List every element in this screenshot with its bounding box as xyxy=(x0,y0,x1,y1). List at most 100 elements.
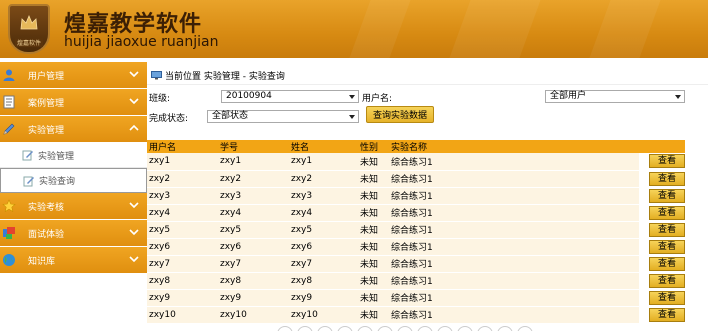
app-header: 煌嘉软件 煌嘉教学软件 huijia jiaoxue ruanjian xyxy=(0,0,708,58)
table-row: zxy4 zxy4 zxy4 未知 综合练习1 查看 xyxy=(147,204,685,222)
table-cell: 综合练习1 xyxy=(389,306,639,324)
query-button[interactable]: 查询实验数据 xyxy=(366,106,434,123)
status-select[interactable]: 全部状态 xyxy=(207,110,359,123)
table-cell: zxy4 xyxy=(218,204,289,222)
view-button[interactable]: 查看 xyxy=(649,256,685,271)
edit-icon xyxy=(22,150,33,161)
table-cell: zxy5 xyxy=(147,221,218,239)
view-button[interactable]: 查看 xyxy=(649,273,685,288)
sidebar-item-label: 案例管理 xyxy=(28,98,65,109)
username-label: 用户名: xyxy=(362,94,393,104)
table-cell: 未知 xyxy=(358,306,389,324)
sidebar-item-case-management[interactable]: 案例管理 xyxy=(0,89,147,115)
table-cell: 综合练习1 xyxy=(389,153,639,171)
class-select[interactable]: 20100904 xyxy=(221,90,359,103)
page-dot[interactable] xyxy=(297,326,313,331)
table-cell: zxy9 xyxy=(289,289,358,307)
table-cell-action: 查看 xyxy=(639,170,685,188)
sidebar-item-experiment-management[interactable]: 实验管理 xyxy=(0,116,147,142)
table-cell: 综合练习1 xyxy=(389,238,639,256)
table-cell: 综合练习1 xyxy=(389,221,639,239)
page-dot[interactable] xyxy=(497,326,513,331)
table-cell-action: 查看 xyxy=(639,221,685,239)
sidebar-item-label: 面试体验 xyxy=(28,229,65,240)
table-row: zxy1 zxy1 zxy1 未知 综合练习1 查看 xyxy=(147,153,685,171)
table-cell: 综合练习1 xyxy=(389,170,639,188)
page-dot[interactable] xyxy=(437,326,453,331)
table-cell: zxy5 xyxy=(289,221,358,239)
table-cell: 综合练习1 xyxy=(389,289,639,307)
page-dot[interactable] xyxy=(457,326,473,331)
page-dot[interactable] xyxy=(377,326,393,331)
chevron-down-icon xyxy=(129,229,139,236)
table-row: zxy2 zxy2 zxy2 未知 综合练习1 查看 xyxy=(147,170,685,188)
page-dot[interactable] xyxy=(317,326,333,331)
table-cell: zxy6 xyxy=(218,238,289,256)
breadcrumb-text: 当前位置 实验管理 - 实验查询 xyxy=(165,72,285,82)
table-cell: zxy4 xyxy=(147,204,218,222)
sidebar-item-experiment-assessment[interactable]: 实验考核 xyxy=(0,193,147,219)
class-label: 班级: xyxy=(149,94,171,104)
dropdown-arrow-icon xyxy=(349,115,355,119)
edit-icon xyxy=(23,176,34,186)
sidebar-subitem-experiment-query[interactable]: 实验查询 xyxy=(0,168,147,193)
view-button[interactable]: 查看 xyxy=(649,239,685,254)
sidebar-item-label: 知识库 xyxy=(28,256,56,267)
sidebar-item-label: 实验管理 xyxy=(28,125,65,136)
table-cell-action: 查看 xyxy=(639,204,685,222)
divider xyxy=(147,84,708,85)
globe-icon xyxy=(2,253,16,267)
table-cell: zxy7 xyxy=(289,255,358,273)
interview-icon xyxy=(2,226,16,240)
table-cell: 未知 xyxy=(358,204,389,222)
table-cell: 未知 xyxy=(358,272,389,290)
column-header-action xyxy=(639,140,685,153)
table-cell: zxy2 xyxy=(218,170,289,188)
sidebar-item-knowledge-base[interactable]: 知识库 xyxy=(0,247,147,273)
sidebar-item-user-management[interactable]: 用户管理 xyxy=(0,62,147,88)
experiment-table: 用户名 学号 姓名 性别 实验名称 zxy1 zxy1 zxy1 未知 综合练习1 查看 z… xyxy=(147,140,685,324)
view-button[interactable]: 查看 xyxy=(649,188,685,203)
table-row: zxy6 zxy6 zxy6 未知 综合练习1 查看 xyxy=(147,238,685,256)
table-cell: 未知 xyxy=(358,255,389,273)
table-cell: zxy4 xyxy=(289,204,358,222)
page-dot[interactable] xyxy=(417,326,433,331)
view-button[interactable]: 查看 xyxy=(649,307,685,322)
page-dot[interactable] xyxy=(397,326,413,331)
table-cell: zxy3 xyxy=(289,187,358,205)
column-header: 姓名 xyxy=(289,140,358,153)
page-dot[interactable] xyxy=(337,326,353,331)
view-button[interactable]: 查看 xyxy=(649,154,685,169)
table-row: zxy8 zxy8 zxy8 未知 综合练习1 查看 xyxy=(147,272,685,290)
page-dot[interactable] xyxy=(477,326,493,331)
username-select-value: 全部用户 xyxy=(550,91,587,101)
table-cell: zxy7 xyxy=(218,255,289,273)
table-cell: zxy6 xyxy=(289,238,358,256)
sidebar-item-interview-experience[interactable]: 面试体验 xyxy=(0,220,147,246)
pagination xyxy=(277,326,533,331)
sidebar-subitem-experiment-management[interactable]: 实验管理 xyxy=(0,143,147,168)
view-button[interactable]: 查看 xyxy=(649,205,685,220)
sidebar-subitem-label: 实验管理 xyxy=(38,151,75,162)
document-icon xyxy=(2,95,16,109)
table-row: zxy3 zxy3 zxy3 未知 综合练习1 查看 xyxy=(147,187,685,205)
dropdown-arrow-icon xyxy=(349,95,355,99)
status-label: 完成状态: xyxy=(149,114,189,124)
column-header: 实验名称 xyxy=(389,140,639,153)
page-dot[interactable] xyxy=(357,326,373,331)
table-cell: zxy3 xyxy=(147,187,218,205)
table-cell: 未知 xyxy=(358,187,389,205)
table-cell: zxy7 xyxy=(147,255,218,273)
view-button[interactable]: 查看 xyxy=(649,290,685,305)
username-select[interactable]: 全部用户 xyxy=(545,90,685,103)
sidebar-item-label: 实验考核 xyxy=(28,202,65,213)
page-dot[interactable] xyxy=(277,326,293,331)
page-dot[interactable] xyxy=(517,326,533,331)
table-cell: zxy2 xyxy=(147,170,218,188)
table-cell: zxy9 xyxy=(218,289,289,307)
view-button[interactable]: 查看 xyxy=(649,222,685,237)
sidebar-item-label: 用户管理 xyxy=(28,71,65,82)
table-header-row: 用户名 学号 姓名 性别 实验名称 xyxy=(147,140,685,153)
table-cell: 未知 xyxy=(358,238,389,256)
view-button[interactable]: 查看 xyxy=(649,171,685,186)
